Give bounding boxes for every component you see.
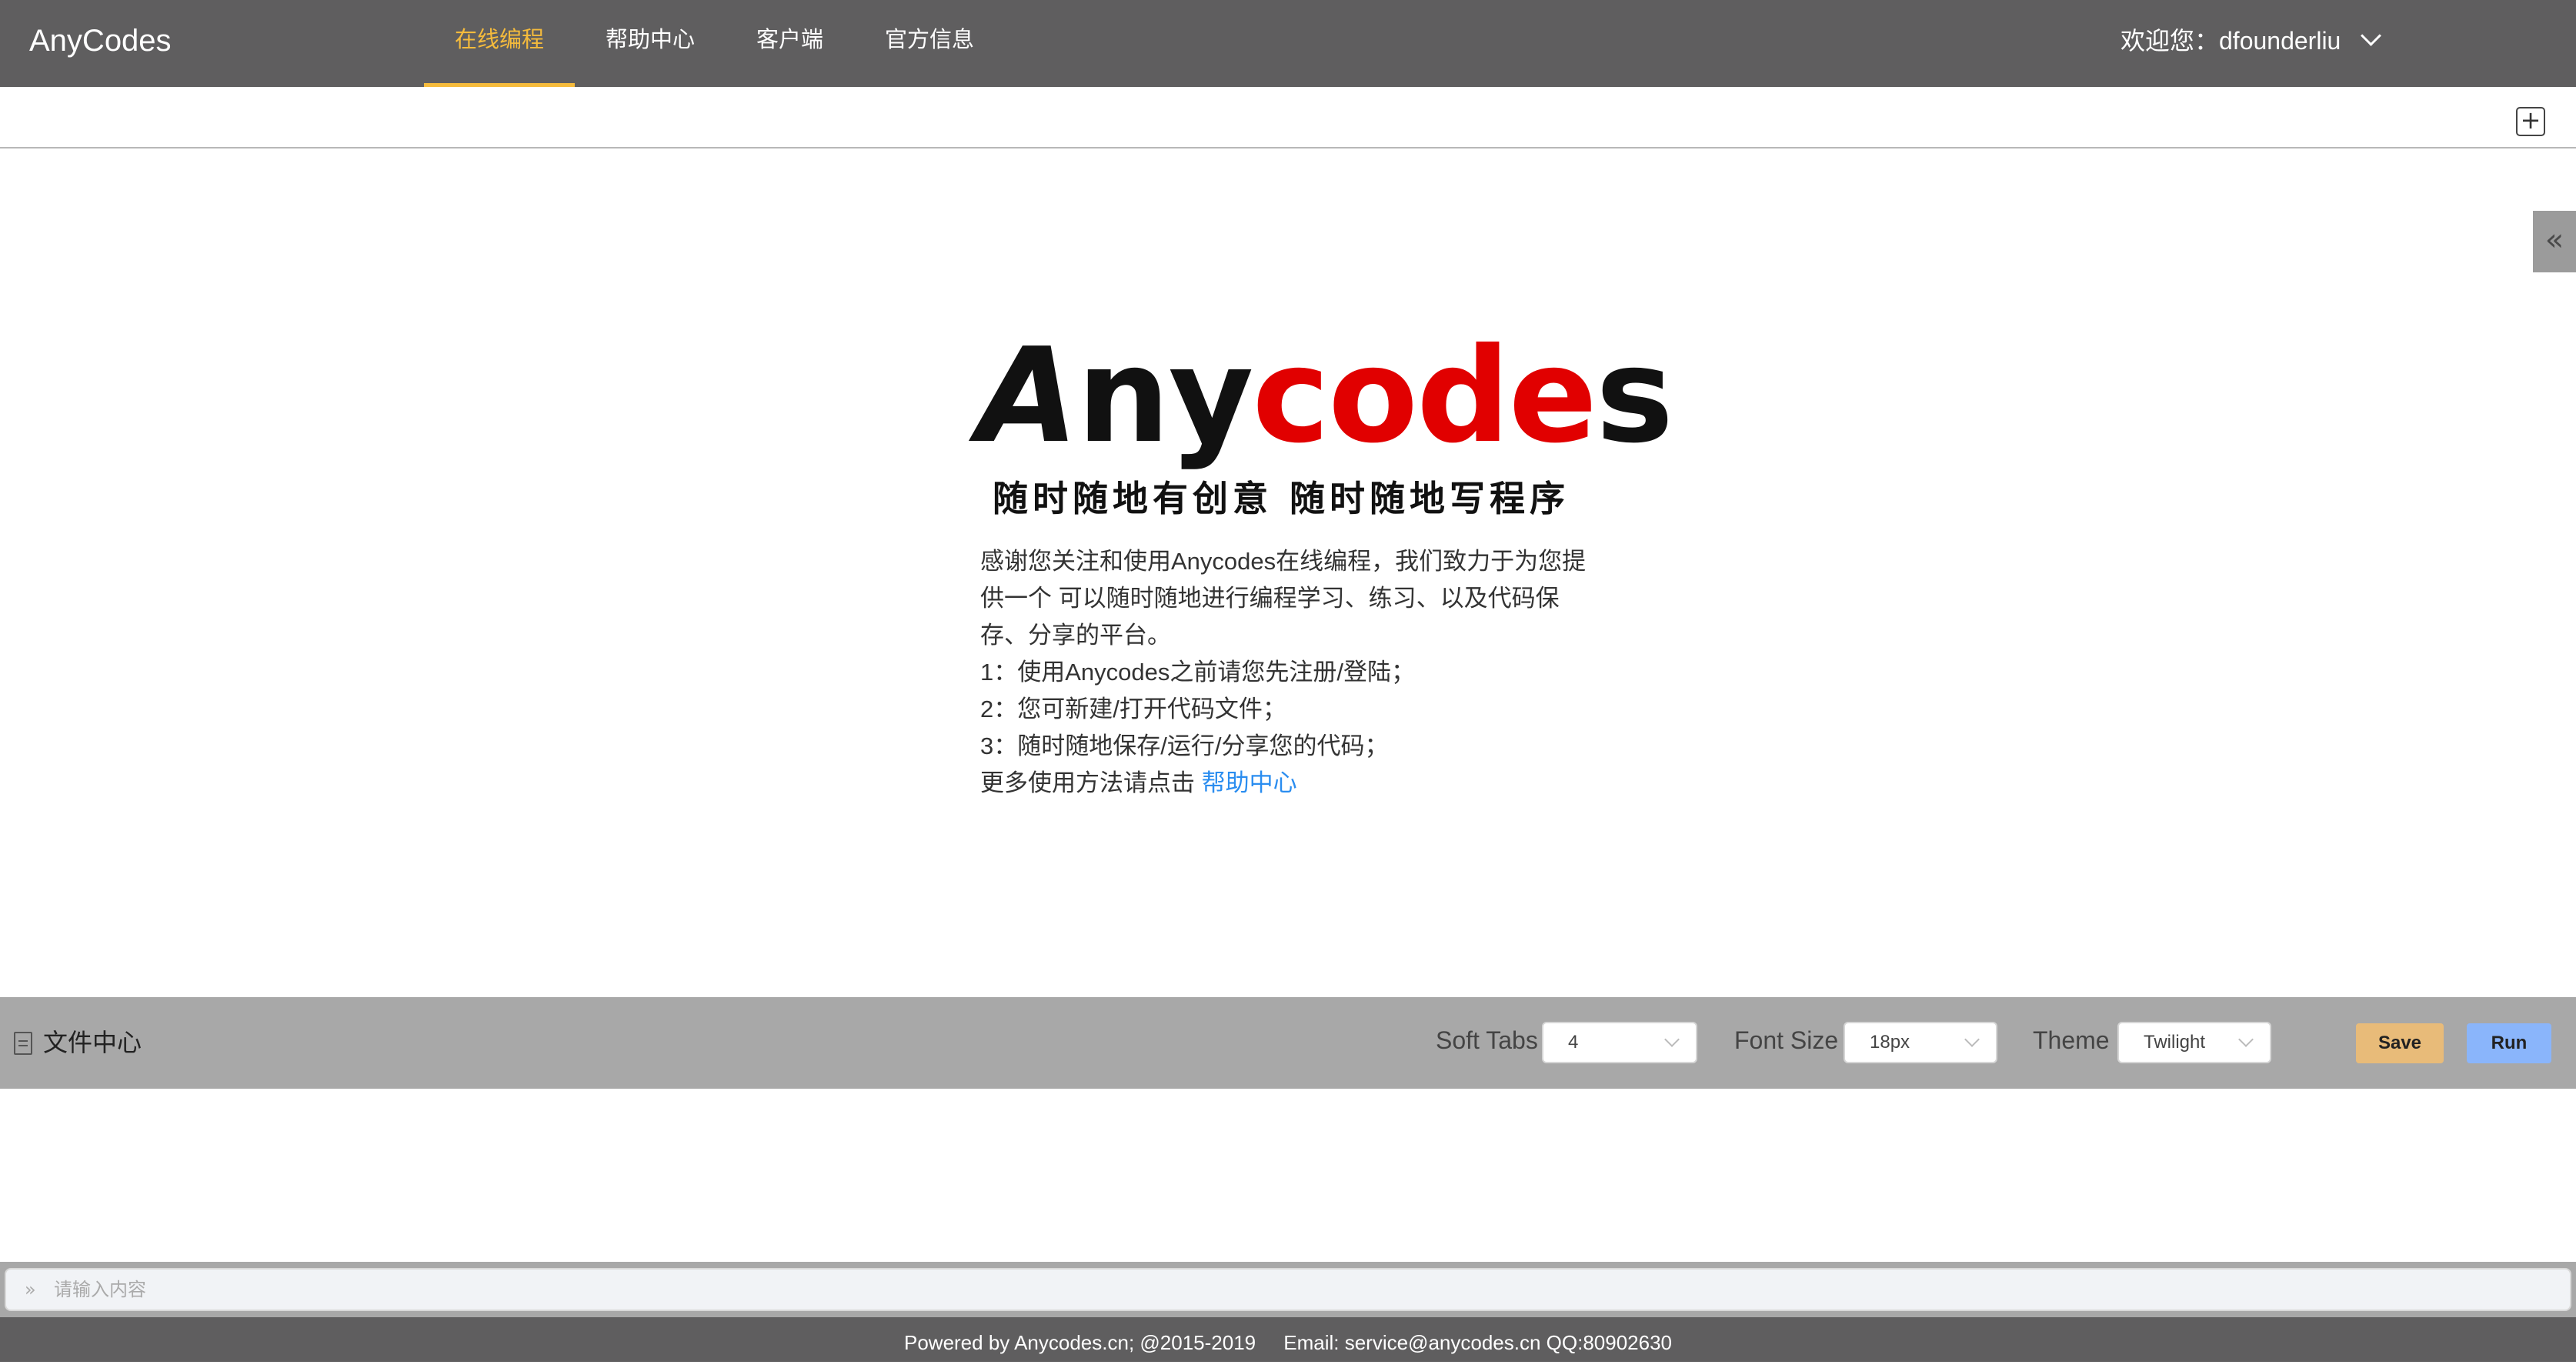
brand-logo[interactable]: AnyCodes <box>29 0 172 82</box>
logo-letter-s: s <box>1595 320 1673 472</box>
footer-text: Powered by Anycodes.cn; @2015-2019 Email… <box>0 1317 2576 1362</box>
soft-tabs-label: Soft Tabs <box>1436 1026 1538 1054</box>
intro-step: 2：您可新建/打开代码文件； <box>980 696 1286 722</box>
file-center-button[interactable]: 文件中心 <box>14 997 142 1089</box>
user-menu[interactable]: 欢迎您：dfounderliu <box>2121 0 2382 82</box>
soft-tabs-value: 4 <box>1568 1032 1579 1053</box>
run-button[interactable]: Run <box>2467 1023 2551 1063</box>
nav-item-client[interactable]: 客户端 <box>726 0 854 87</box>
editor-tab-strip: + <box>0 87 2576 148</box>
logo-letters-code: code <box>1252 320 1597 472</box>
intro-more: 更多使用方法请点击 帮助中心 <box>980 765 1596 802</box>
help-center-link[interactable]: 帮助中心 <box>1202 769 1297 796</box>
nav-item-online-coding[interactable]: 在线编程 <box>424 0 576 87</box>
theme-select[interactable]: Twilight <box>2117 1022 2271 1063</box>
soft-tabs-select[interactable]: 4 <box>1542 1022 1697 1063</box>
chevron-down-icon <box>2238 1032 2254 1047</box>
top-navbar: AnyCodes 在线编程 帮助中心 客户端 官方信息 欢迎您：dfounder… <box>0 0 2576 87</box>
chevron-down-icon <box>1664 1032 1680 1047</box>
output-panel <box>0 1089 2576 1262</box>
chevron-down-icon <box>1964 1032 1980 1047</box>
nav-item-help-center[interactable]: 帮助中心 <box>575 0 726 87</box>
font-size-label: Font Size <box>1734 1026 1839 1054</box>
intro-more-text: 更多使用方法请点击 <box>980 769 1202 796</box>
font-size-select[interactable]: 18px <box>1844 1022 1997 1063</box>
logo-letters-ny: ny <box>1076 320 1254 472</box>
console-input-wrapper: » <box>5 1268 2571 1311</box>
nav-item-official-info[interactable]: 官方信息 <box>854 0 1005 87</box>
console-input[interactable] <box>52 1273 2556 1308</box>
user-greeting: 欢迎您：dfounderliu <box>2121 27 2341 55</box>
slogan: 随时随地有创意 随时随地写程序 <box>993 478 1570 519</box>
file-center-label: 文件中心 <box>43 1029 142 1056</box>
logo-letter-a: A <box>977 320 1079 472</box>
font-size-value: 18px <box>1870 1032 1910 1053</box>
intro-paragraph: 感谢您关注和使用Anycodes在线编程，我们致力于为您提供一个 可以随时随地进… <box>980 548 1587 649</box>
chevron-down-icon[interactable] <box>2361 25 2382 46</box>
anycodes-logo: Anycodes <box>977 331 1673 462</box>
theme-value: Twilight <box>2144 1032 2206 1053</box>
double-chevron-left-icon[interactable]: « <box>2533 211 2576 272</box>
file-icon <box>14 1031 32 1055</box>
theme-label: Theme <box>2033 1026 2110 1054</box>
main-nav: 在线编程 帮助中心 客户端 官方信息 <box>424 0 1005 87</box>
intro-step: 1：使用Anycodes之前请您先注册/登陆； <box>980 659 1415 686</box>
console-bar: » <box>0 1262 2576 1317</box>
save-button[interactable]: Save <box>2356 1023 2444 1063</box>
intro-step: 3：随时随地保存/运行/分享您的代码； <box>980 732 1389 759</box>
prompt-chevron-icon: » <box>25 1279 36 1300</box>
welcome-intro: 感谢您关注和使用Anycodes在线编程，我们致力于为您提供一个 可以随时随地进… <box>980 543 1596 802</box>
editor-toolbar: 文件中心 Soft Tabs 4 Font Size 18px Theme Tw… <box>0 997 2576 1089</box>
plus-icon[interactable]: + <box>2516 107 2545 136</box>
